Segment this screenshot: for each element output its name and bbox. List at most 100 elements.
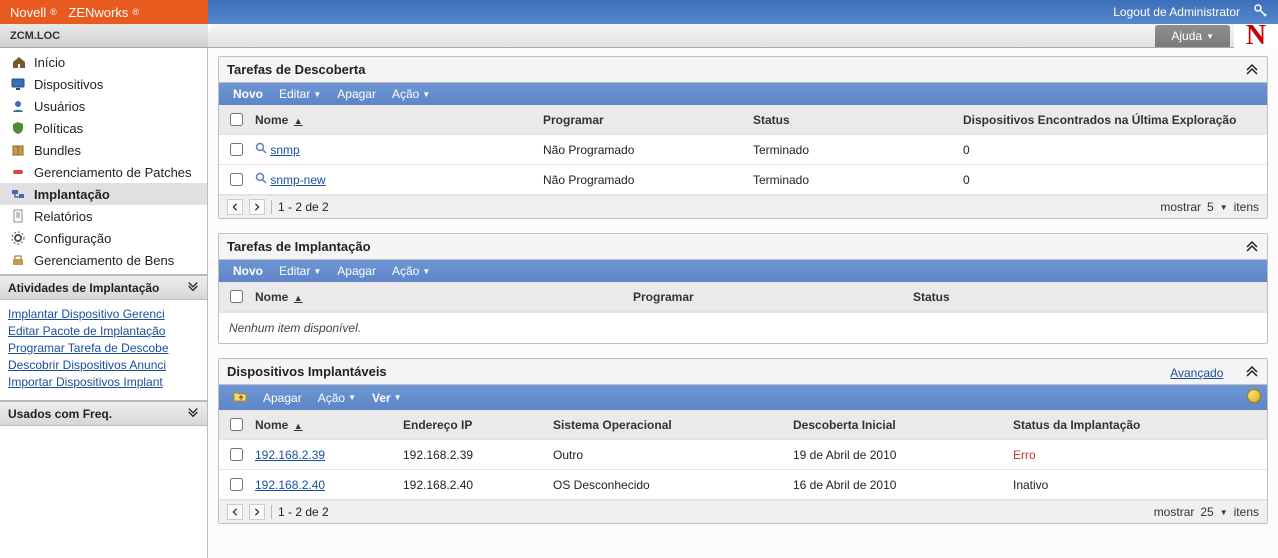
pager-devices: 1 - 2 de 2 mostrar 25▼ itens [219,500,1267,523]
col-ip[interactable]: Endereço IP [403,418,553,432]
sidebar-section-freq[interactable]: Usados com Freq. [0,401,207,426]
nav-item-report[interactable]: Relatórios [0,205,207,227]
panel-title: Tarefas de Descoberta [227,62,366,77]
subtop-right: Ajuda▼ [208,24,1234,48]
toolbar-discovery: Novo Editar ▼ Apagar Ação ▼ [219,83,1267,105]
nav-item-shield[interactable]: Políticas [0,117,207,139]
toolbar-acao[interactable]: Ação ▼ [392,264,430,278]
task-link[interactable]: snmp-new [270,173,325,187]
help-button[interactable]: Ajuda▼ [1155,25,1230,47]
nav-label: Políticas [34,121,83,136]
toolbar-ver[interactable]: Ver ▼ [372,391,402,405]
nav-label: Relatórios [34,209,93,224]
globe-icon[interactable] [1247,389,1261,403]
activity-link[interactable]: Editar Pacote de Implantação [8,324,201,338]
brand-reg1: ® [50,7,57,17]
col-nome[interactable]: Nome ▲ [253,113,543,127]
col-disp[interactable]: Dispositivos Encontrados na Última Explo… [963,113,1267,127]
col-descoberta[interactable]: Descoberta Inicial [793,418,1013,432]
row-checkbox[interactable] [230,143,243,156]
col-status[interactable]: Status da Implantação [1013,418,1267,432]
magnifier-icon [255,143,267,157]
device-link[interactable]: 192.168.2.39 [255,448,325,462]
toolbar-apagar[interactable]: Apagar [263,391,302,405]
brand-block: Novell® ZENworks® [0,0,208,24]
toolbar-apagar[interactable]: Apagar [337,87,376,101]
deploy-icon [10,186,26,202]
collapse-icon[interactable] [1245,238,1259,255]
nav-item-home[interactable]: Início [0,51,207,73]
toolbar-editar-label: Editar [279,87,310,101]
activity-link[interactable]: Programar Tarefa de Descobe [8,341,201,355]
toolbar-editar[interactable]: Editar ▼ [279,87,321,101]
col-nome[interactable]: Nome ▲ [253,290,633,304]
toolbar-apagar[interactable]: Apagar [337,264,376,278]
task-link[interactable]: snmp [270,143,299,157]
pager-show-count[interactable]: 5 [1207,200,1214,214]
toolbar-acao[interactable]: Ação ▼ [392,87,430,101]
collapse-icon[interactable] [1245,61,1259,78]
activity-link[interactable]: Descobrir Dispositivos Anunci [8,358,201,372]
nav-item-user[interactable]: Usuários [0,95,207,117]
table-row: snmp-new Não Programado Terminado 0 [219,165,1267,195]
col-status[interactable]: Status [753,113,963,127]
toolbar-deploy-tasks: Novo Editar ▼ Apagar Ação ▼ [219,260,1267,282]
nav-item-package[interactable]: Bundles [0,139,207,161]
nav-item-patch[interactable]: Gerenciamento de Patches [0,161,207,183]
activity-link[interactable]: Implantar Dispositivo Gerenci [8,307,201,321]
select-all-checkbox[interactable] [230,113,243,126]
row-checkbox[interactable] [230,173,243,186]
col-status[interactable]: Status [913,290,1267,304]
activity-link[interactable]: Importar Dispositivos Implant [8,375,201,389]
panel-title: Tarefas de Implantação [227,239,371,254]
toolbar-novo[interactable]: Novo [233,87,263,101]
col-programar[interactable]: Programar [543,113,753,127]
table-row: 192.168.2.40 192.168.2.40 OS Desconhecid… [219,470,1267,500]
cell-os: OS Desconhecido [553,478,793,492]
pager-prev[interactable] [227,504,243,520]
col-os[interactable]: Sistema Operacional [553,418,793,432]
row-checkbox[interactable] [230,448,243,461]
sort-icon: ▲ [294,293,303,303]
toolbar-acao[interactable]: Ação ▼ [318,391,356,405]
report-icon [10,208,26,224]
brand-reg2: ® [132,7,139,17]
nav-label: Gerenciamento de Bens [34,253,174,268]
pager-range: 1 - 2 de 2 [278,505,329,519]
nav-item-asset[interactable]: Gerenciamento de Bens [0,249,207,271]
cell-disp: 0 [963,143,1267,157]
content-area: Tarefas de Descoberta Novo Editar ▼ Apag… [208,48,1278,558]
nav-label: Configuração [34,231,111,246]
nav-item-monitor[interactable]: Dispositivos [0,73,207,95]
pager-prev[interactable] [227,199,243,215]
chevron-down-icon[interactable] [187,406,199,421]
caret-down-icon[interactable]: ▼ [1220,508,1228,517]
logout-link[interactable]: Logout de Administrator [1113,5,1240,19]
nav-item-gear[interactable]: Configuração [0,227,207,249]
advanced-link[interactable]: Avançado [1170,366,1223,380]
nav-item-deploy[interactable]: Implantação [0,183,207,205]
key-icon[interactable] [1254,4,1268,21]
sidebar-section-activities[interactable]: Atividades de Implantação [0,275,207,300]
col-programar[interactable]: Programar [633,290,913,304]
nav-label: Dispositivos [34,77,103,92]
cell-disp: 0 [963,173,1267,187]
folder-up-icon[interactable] [233,389,247,406]
patch-icon [10,164,26,180]
col-nome[interactable]: Nome ▲ [253,418,403,432]
brand-name: Novell [10,5,46,20]
chevron-down-icon[interactable] [187,280,199,295]
device-link[interactable]: 192.168.2.40 [255,478,325,492]
gear-icon [10,230,26,246]
pager-next[interactable] [249,504,265,520]
caret-down-icon[interactable]: ▼ [1220,203,1228,212]
toolbar-editar[interactable]: Editar ▼ [279,264,321,278]
pager-show-label: mostrar [1154,505,1195,519]
pager-next[interactable] [249,199,265,215]
select-all-checkbox[interactable] [230,290,243,303]
toolbar-novo[interactable]: Novo [233,264,263,278]
select-all-checkbox[interactable] [230,418,243,431]
collapse-icon[interactable] [1245,365,1259,380]
row-checkbox[interactable] [230,478,243,491]
pager-show-count[interactable]: 25 [1200,505,1213,519]
